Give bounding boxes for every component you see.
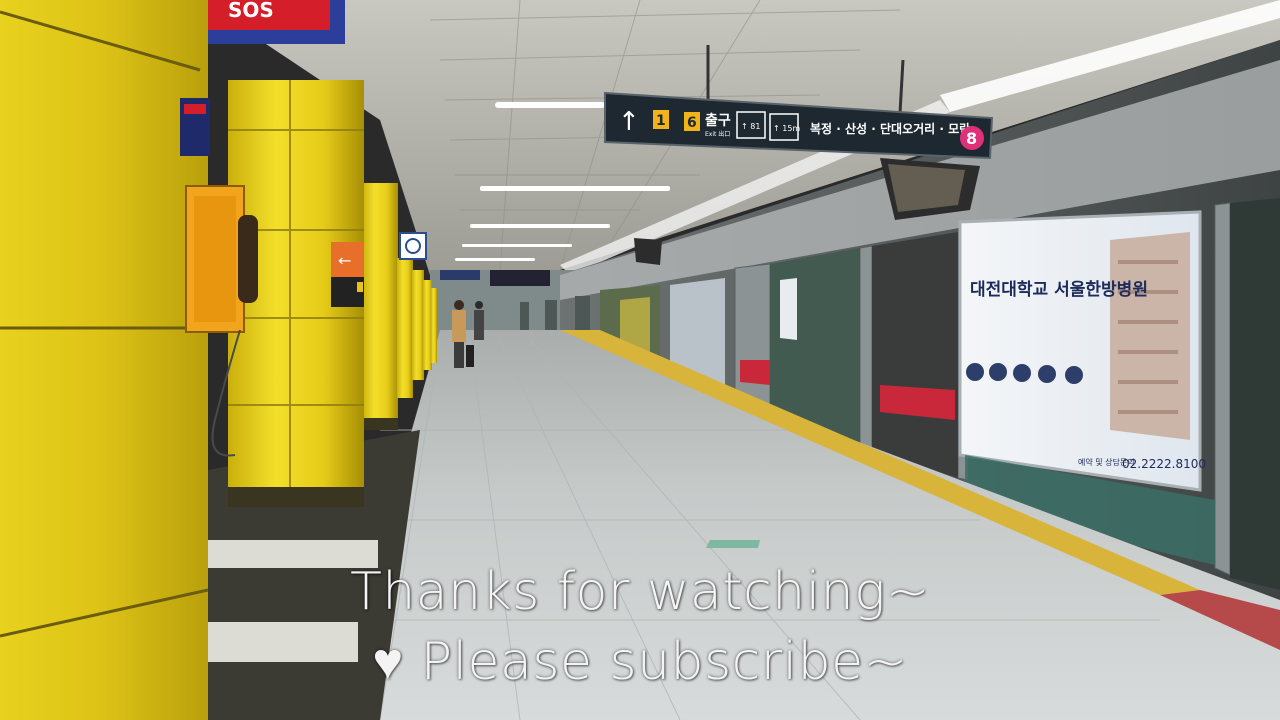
subway-platform-scene: 대전대학교 서울한방병원 예약 및 상담문의 02.2222.8100 ← ↑ … [0,0,1280,720]
caption-subscribe: Please subscribe~ [420,632,908,692]
line-number: 8 [966,129,977,148]
caption-subscribe-line: ♥ Please subscribe~ [0,632,1280,692]
restroom-note: ↑ 81 [741,122,760,131]
ad-phone: 02.2222.8100 [1122,457,1206,471]
wheelchair-sign [399,232,427,260]
platform-arrow: ← [338,251,351,270]
exit-number-first: 1 [656,113,666,129]
sos-label: SOS [228,0,274,22]
caption-thanks: Thanks for watching~ [350,562,930,622]
exit-number-second: 6 [687,115,697,131]
elevator-note: ↑ 15m [773,124,800,133]
exit-label: 출구 [705,112,731,129]
exit-sublabel: Exit 出口 [705,130,730,138]
sos-sign: SOS [195,0,345,44]
ad-headline: 대전대학교 서울한방병원 [970,280,1148,300]
heart-icon: ♥ [372,632,404,692]
up-arrow-icon: ↑ [618,107,640,137]
destinations-text: 복정 · 산성 · 단대오거리 · 모란 [810,121,970,136]
phone-handset-icon [238,215,258,303]
